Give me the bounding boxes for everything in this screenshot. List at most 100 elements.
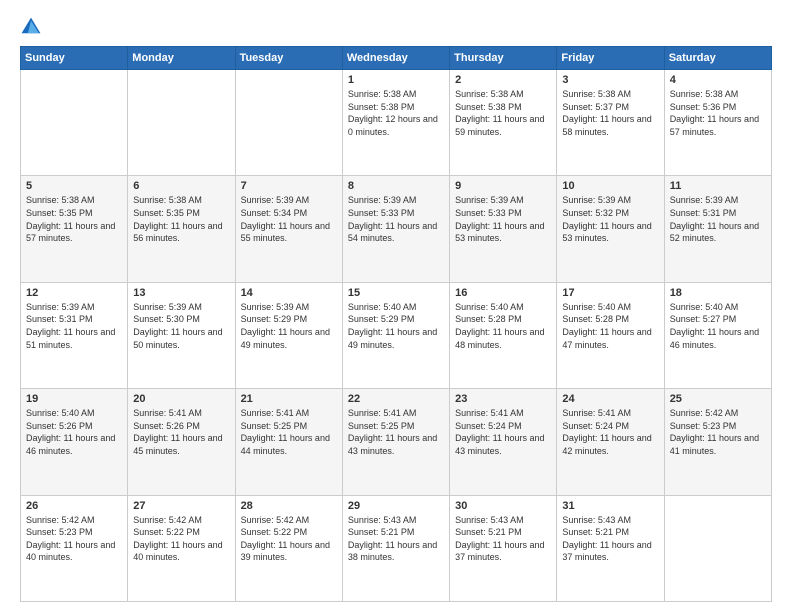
- calendar-cell: 29Sunrise: 5:43 AM Sunset: 5:21 PM Dayli…: [342, 495, 449, 601]
- calendar-cell: 28 Sunrise: 5:42 AM Sunset: 5:22 PM Dayli…: [235, 495, 342, 601]
- calendar-cell: 14 Sunrise: 5:39 AM Sunset: 5:29 PM Dayli…: [235, 282, 342, 388]
- day-number: 17: [562, 287, 658, 299]
- day-info: Sunrise: 5:38 AM Sunset: 5:35 PM Dayligh…: [133, 194, 229, 244]
- calendar-cell: 11Sunrise: 5:39 AM Sunset: 5:31 PM Dayli…: [664, 176, 771, 282]
- day-number: 1: [348, 74, 444, 86]
- day-info: Sunrise: 5:39 AM Sunset: 5:32 PM Dayligh…: [562, 194, 658, 244]
- day-number: 13: [133, 287, 229, 299]
- day-number: 16: [455, 287, 551, 299]
- calendar-cell: 4Sunrise: 5:38 AM Sunset: 5:36 PM Daylig…: [664, 70, 771, 176]
- calendar-cell: 6 Sunrise: 5:38 AM Sunset: 5:35 PM Daylig…: [128, 176, 235, 282]
- day-number: 24: [562, 393, 658, 405]
- day-info: Sunrise: 5:39 AM Sunset: 5:30 PM Dayligh…: [133, 301, 229, 351]
- calendar-cell: 24 Sunrise: 5:41 AM Sunset: 5:24 PM Dayli…: [557, 389, 664, 495]
- day-number: 14: [241, 287, 337, 299]
- day-info: Sunrise: 5:41 AM Sunset: 5:24 PM Dayligh…: [562, 407, 658, 457]
- day-number: 22: [348, 393, 444, 405]
- day-number: 26: [26, 500, 122, 512]
- calendar-cell: [664, 495, 771, 601]
- calendar-cell: 5Sunrise: 5:38 AM Sunset: 5:35 PM Daylig…: [21, 176, 128, 282]
- day-number: 4: [670, 74, 766, 86]
- calendar-cell: 21Sunrise: 5:41 AM Sunset: 5:25 PM Dayli…: [235, 389, 342, 495]
- day-info: Sunrise: 5:38 AM Sunset: 5:38 PM Dayligh…: [348, 88, 444, 138]
- header: [20, 16, 772, 38]
- calendar-cell: 2 Sunrise: 5:38 AM Sunset: 5:38 PM Daylig…: [450, 70, 557, 176]
- day-info: Sunrise: 5:40 AM Sunset: 5:26 PM Dayligh…: [26, 407, 122, 457]
- calendar-cell: 19 Sunrise: 5:40 AM Sunset: 5:26 PM Dayli…: [21, 389, 128, 495]
- day-number: 7: [241, 180, 337, 192]
- day-info: Sunrise: 5:39 AM Sunset: 5:29 PM Dayligh…: [241, 301, 337, 351]
- calendar-cell: 9 Sunrise: 5:39 AM Sunset: 5:33 PM Daylig…: [450, 176, 557, 282]
- day-number: 12: [26, 287, 122, 299]
- day-info: Sunrise: 5:43 AM Sunset: 5:21 PM Dayligh…: [562, 514, 658, 564]
- page: SundayMondayTuesdayWednesdayThursdayFrid…: [0, 0, 792, 612]
- day-number: 9: [455, 180, 551, 192]
- column-header-saturday: Saturday: [664, 47, 771, 70]
- calendar-cell: 10Sunrise: 5:39 AM Sunset: 5:32 PM Dayli…: [557, 176, 664, 282]
- calendar-cell: 1 Sunrise: 5:38 AM Sunset: 5:38 PM Daylig…: [342, 70, 449, 176]
- day-info: Sunrise: 5:42 AM Sunset: 5:23 PM Dayligh…: [26, 514, 122, 564]
- calendar-cell: 3Sunrise: 5:38 AM Sunset: 5:37 PM Daylig…: [557, 70, 664, 176]
- logo: [20, 16, 46, 38]
- day-number: 19: [26, 393, 122, 405]
- day-number: 20: [133, 393, 229, 405]
- calendar-cell: 16 Sunrise: 5:40 AM Sunset: 5:28 PM Dayli…: [450, 282, 557, 388]
- day-info: Sunrise: 5:39 AM Sunset: 5:33 PM Dayligh…: [348, 194, 444, 244]
- calendar-week-row: 19 Sunrise: 5:40 AM Sunset: 5:26 PM Dayli…: [21, 389, 772, 495]
- calendar-cell: 15 Sunrise: 5:40 AM Sunset: 5:29 PM Dayli…: [342, 282, 449, 388]
- calendar-cell: 27 Sunrise: 5:42 AM Sunset: 5:22 PM Dayli…: [128, 495, 235, 601]
- calendar-cell: [128, 70, 235, 176]
- calendar-week-row: 26 Sunrise: 5:42 AM Sunset: 5:23 PM Dayli…: [21, 495, 772, 601]
- day-number: 31: [562, 500, 658, 512]
- calendar-cell: 26 Sunrise: 5:42 AM Sunset: 5:23 PM Dayli…: [21, 495, 128, 601]
- calendar-cell: 20 Sunrise: 5:41 AM Sunset: 5:26 PM Dayli…: [128, 389, 235, 495]
- calendar-cell: [235, 70, 342, 176]
- day-info: Sunrise: 5:43 AM Sunset: 5:21 PM Dayligh…: [455, 514, 551, 564]
- day-info: Sunrise: 5:39 AM Sunset: 5:34 PM Dayligh…: [241, 194, 337, 244]
- day-info: Sunrise: 5:39 AM Sunset: 5:33 PM Dayligh…: [455, 194, 551, 244]
- day-info: Sunrise: 5:40 AM Sunset: 5:28 PM Dayligh…: [455, 301, 551, 351]
- calendar-header-row: SundayMondayTuesdayWednesdayThursdayFrid…: [21, 47, 772, 70]
- column-header-monday: Monday: [128, 47, 235, 70]
- day-info: Sunrise: 5:42 AM Sunset: 5:22 PM Dayligh…: [241, 514, 337, 564]
- day-number: 18: [670, 287, 766, 299]
- calendar-cell: 18Sunrise: 5:40 AM Sunset: 5:27 PM Dayli…: [664, 282, 771, 388]
- day-number: 25: [670, 393, 766, 405]
- day-number: 3: [562, 74, 658, 86]
- calendar-cell: 8Sunrise: 5:39 AM Sunset: 5:33 PM Daylig…: [342, 176, 449, 282]
- day-number: 27: [133, 500, 229, 512]
- calendar-week-row: 1 Sunrise: 5:38 AM Sunset: 5:38 PM Daylig…: [21, 70, 772, 176]
- calendar-cell: 13 Sunrise: 5:39 AM Sunset: 5:30 PM Dayli…: [128, 282, 235, 388]
- column-header-tuesday: Tuesday: [235, 47, 342, 70]
- calendar-cell: 12 Sunrise: 5:39 AM Sunset: 5:31 PM Dayli…: [21, 282, 128, 388]
- day-info: Sunrise: 5:42 AM Sunset: 5:23 PM Dayligh…: [670, 407, 766, 457]
- calendar-week-row: 12 Sunrise: 5:39 AM Sunset: 5:31 PM Dayli…: [21, 282, 772, 388]
- day-number: 15: [348, 287, 444, 299]
- day-info: Sunrise: 5:41 AM Sunset: 5:26 PM Dayligh…: [133, 407, 229, 457]
- calendar-cell: 22 Sunrise: 5:41 AM Sunset: 5:25 PM Dayli…: [342, 389, 449, 495]
- calendar-cell: 23 Sunrise: 5:41 AM Sunset: 5:24 PM Dayli…: [450, 389, 557, 495]
- day-number: 23: [455, 393, 551, 405]
- calendar-cell: [21, 70, 128, 176]
- calendar-cell: 25 Sunrise: 5:42 AM Sunset: 5:23 PM Dayli…: [664, 389, 771, 495]
- day-info: Sunrise: 5:39 AM Sunset: 5:31 PM Dayligh…: [26, 301, 122, 351]
- day-info: Sunrise: 5:41 AM Sunset: 5:25 PM Dayligh…: [348, 407, 444, 457]
- day-number: 2: [455, 74, 551, 86]
- day-info: Sunrise: 5:43 AM Sunset: 5:21 PM Dayligh…: [348, 514, 444, 564]
- day-info: Sunrise: 5:40 AM Sunset: 5:29 PM Dayligh…: [348, 301, 444, 351]
- day-info: Sunrise: 5:41 AM Sunset: 5:24 PM Dayligh…: [455, 407, 551, 457]
- day-info: Sunrise: 5:40 AM Sunset: 5:28 PM Dayligh…: [562, 301, 658, 351]
- day-number: 11: [670, 180, 766, 192]
- day-info: Sunrise: 5:42 AM Sunset: 5:22 PM Dayligh…: [133, 514, 229, 564]
- day-number: 6: [133, 180, 229, 192]
- calendar-table: SundayMondayTuesdayWednesdayThursdayFrid…: [20, 46, 772, 602]
- column-header-sunday: Sunday: [21, 47, 128, 70]
- day-number: 28: [241, 500, 337, 512]
- calendar-cell: 7 Sunrise: 5:39 AM Sunset: 5:34 PM Daylig…: [235, 176, 342, 282]
- day-info: Sunrise: 5:38 AM Sunset: 5:38 PM Dayligh…: [455, 88, 551, 138]
- column-header-thursday: Thursday: [450, 47, 557, 70]
- day-number: 5: [26, 180, 122, 192]
- calendar-week-row: 5 Sunrise: 5:38 AM Sunset: 5:35 PM Daylig…: [21, 176, 772, 282]
- day-number: 30: [455, 500, 551, 512]
- calendar-cell: 30 Sunrise: 5:43 AM Sunset: 5:21 PM Dayli…: [450, 495, 557, 601]
